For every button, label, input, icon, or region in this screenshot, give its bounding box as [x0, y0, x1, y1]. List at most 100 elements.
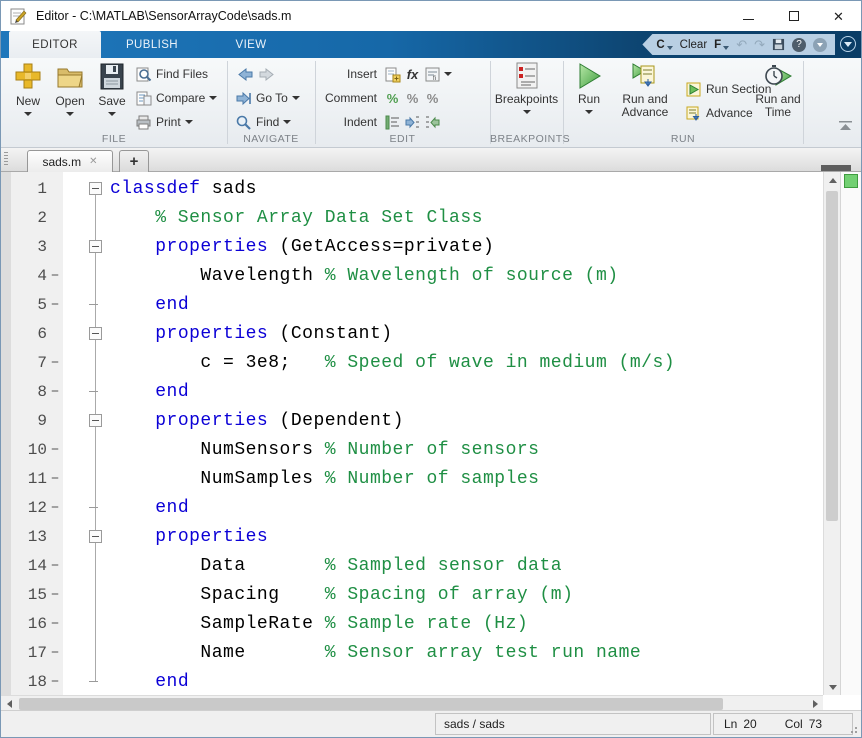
find-button[interactable]: Find [235, 113, 291, 131]
code-fold-minus-icon[interactable] [89, 240, 102, 253]
code-fold-minus-icon[interactable] [89, 182, 102, 195]
line-number[interactable]: 4 [1, 267, 47, 285]
quick-access-f-button[interactable]: F [714, 39, 729, 51]
code-line-6[interactable]: 6 properties (Constant) [1, 319, 821, 348]
line-number[interactable]: 14 [1, 557, 47, 575]
print-button[interactable]: Print [135, 113, 193, 131]
quick-access-menu-button[interactable] [813, 38, 827, 52]
code-line-15[interactable]: 15– Spacing % Spacing of array (m) [1, 580, 821, 609]
code-text[interactable]: SampleRate % Sample rate (Hz) [110, 614, 528, 634]
code-line-11[interactable]: 11– NumSamples % Number of samples [1, 464, 821, 493]
save-button[interactable]: Save [91, 62, 133, 116]
line-number[interactable]: 9 [1, 412, 47, 430]
run-and-time-button[interactable]: Run and Time [753, 62, 803, 119]
uncomment-icon[interactable]: % [404, 90, 421, 107]
close-button[interactable]: ✕ [816, 1, 861, 31]
vertical-scrollbar[interactable] [823, 172, 840, 695]
line-number[interactable]: 6 [1, 325, 47, 343]
breakpoints-button[interactable]: Breakpoints [490, 62, 563, 114]
run-button[interactable]: Run [569, 62, 609, 114]
code-line-10[interactable]: 10– NumSensors % Number of sensors [1, 435, 821, 464]
insert-script-icon[interactable] [384, 66, 401, 83]
code-text[interactable]: Name % Sensor array test run name [110, 643, 641, 663]
code-line-2[interactable]: 2 % Sensor Array Data Set Class [1, 203, 821, 232]
go-to-button[interactable]: Go To [235, 89, 300, 107]
quick-access-c-button[interactable]: C [656, 39, 672, 51]
code-text[interactable]: NumSensors % Number of sensors [110, 440, 539, 460]
comment-wrap-icon[interactable]: % [424, 90, 441, 107]
line-number[interactable]: 1 [1, 180, 47, 198]
code-fold-minus-icon[interactable] [89, 327, 102, 340]
code-analyzer-indicator[interactable] [844, 174, 858, 188]
line-number[interactable]: 7 [1, 354, 47, 372]
code-line-12[interactable]: 12– end [1, 493, 821, 522]
ribbon-options-button[interactable] [840, 36, 856, 52]
code-text[interactable]: properties (Dependent) [110, 411, 404, 431]
code-line-3[interactable]: 3 properties (GetAccess=private) [1, 232, 821, 261]
code-line-17[interactable]: 17– Name % Sensor array test run name [1, 638, 821, 667]
open-button[interactable]: Open [49, 62, 91, 116]
forward-icon[interactable] [258, 66, 275, 83]
code-line-18[interactable]: 18– end [1, 667, 821, 696]
insert-section-icon[interactable]: fi [424, 66, 441, 83]
line-number[interactable]: 18 [1, 673, 47, 691]
code-text[interactable]: c = 3e8; % Speed of wave in medium (m/s) [110, 353, 675, 373]
ribbon-tab-publish[interactable]: PUBLISH [103, 31, 201, 58]
smart-indent-icon[interactable] [384, 114, 401, 131]
code-line-1[interactable]: 1 classdef sads [1, 174, 821, 203]
insert-function-icon[interactable]: fx [404, 66, 421, 83]
code-text[interactable]: end [110, 498, 189, 518]
code-text[interactable]: Wavelength % Wavelength of source (m) [110, 266, 619, 286]
code-line-9[interactable]: 9 properties (Dependent) [1, 406, 821, 435]
code-fold-minus-icon[interactable] [89, 414, 102, 427]
code-lines[interactable]: 1 classdef sads 2 % Sensor Array Data Set … [1, 174, 821, 696]
code-line-5[interactable]: 5– end [1, 290, 821, 319]
line-number[interactable]: 16 [1, 615, 47, 633]
code-text[interactable]: properties (GetAccess=private) [110, 237, 494, 257]
new-document-tab-button[interactable]: + [119, 150, 149, 172]
code-text[interactable]: end [110, 672, 189, 692]
code-text[interactable]: end [110, 382, 189, 402]
line-number[interactable]: 15 [1, 586, 47, 604]
code-line-8[interactable]: 8– end [1, 377, 821, 406]
collapse-ribbon-button[interactable] [838, 119, 853, 137]
code-line-7[interactable]: 7– c = 3e8; % Speed of wave in medium (m… [1, 348, 821, 377]
line-number[interactable]: 10 [1, 441, 47, 459]
line-number[interactable]: 17 [1, 644, 47, 662]
code-text[interactable]: NumSamples % Number of samples [110, 469, 539, 489]
code-line-14[interactable]: 14– Data % Sampled sensor data [1, 551, 821, 580]
line-number[interactable]: 13 [1, 528, 47, 546]
save-icon[interactable] [772, 38, 785, 51]
ribbon-tab-view[interactable]: VIEW [203, 31, 299, 58]
code-fold-minus-icon[interactable] [89, 530, 102, 543]
line-number[interactable]: 2 [1, 209, 47, 227]
code-text[interactable]: % Sensor Array Data Set Class [110, 208, 483, 228]
run-and-advance-button[interactable]: Run and Advance [613, 62, 677, 119]
tab-sads-m[interactable]: sads.m ✕ [27, 150, 113, 172]
horizontal-scrollbar-thumb[interactable] [19, 698, 723, 710]
advance-button[interactable]: Advance [685, 104, 753, 122]
help-button[interactable]: ? [792, 38, 806, 52]
quick-access-clear-button[interactable]: Clear [680, 39, 707, 51]
find-files-button[interactable]: Find Files [135, 65, 208, 83]
scroll-down-button[interactable] [824, 679, 841, 695]
code-line-16[interactable]: 16– SampleRate % Sample rate (Hz) [1, 609, 821, 638]
undo-button[interactable]: ↶ [736, 37, 747, 53]
comment-icon[interactable]: % [384, 90, 401, 107]
scroll-up-button[interactable] [824, 172, 841, 188]
minimize-button[interactable] [726, 1, 771, 31]
code-line-4[interactable]: 4– Wavelength % Wavelength of source (m) [1, 261, 821, 290]
chevron-down-icon[interactable] [444, 72, 452, 76]
line-number[interactable]: 8 [1, 383, 47, 401]
code-text[interactable]: classdef sads [110, 179, 257, 199]
ribbon-tab-editor[interactable]: EDITOR [9, 31, 101, 58]
indent-left-icon[interactable] [424, 114, 441, 131]
line-number[interactable]: 12 [1, 499, 47, 517]
maximize-button[interactable] [771, 1, 816, 31]
indent-right-icon[interactable] [404, 114, 421, 131]
vertical-scrollbar-thumb[interactable] [826, 191, 838, 521]
line-number[interactable]: 3 [1, 238, 47, 256]
back-icon[interactable] [237, 66, 254, 83]
code-text[interactable]: properties [110, 527, 268, 547]
tab-bar-gripper-icon[interactable] [4, 152, 8, 167]
